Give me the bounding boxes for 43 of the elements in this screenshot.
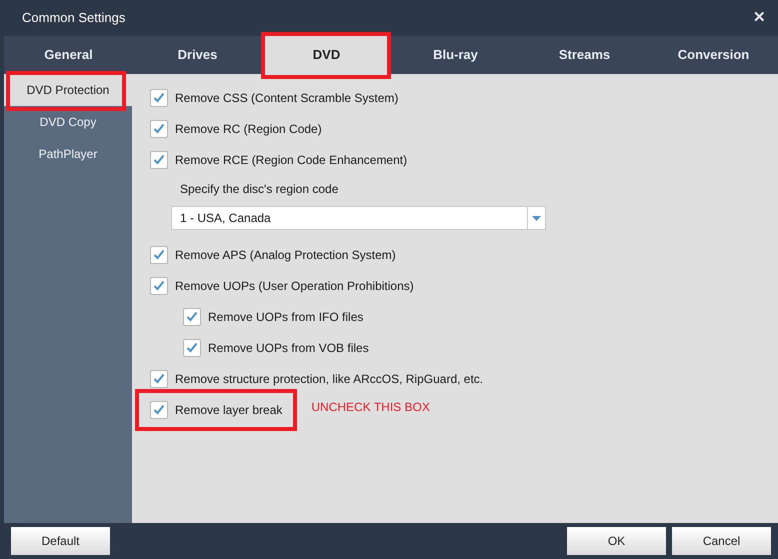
tab[interactable]: Blu-ray bbox=[391, 36, 520, 74]
checkmark-icon bbox=[153, 92, 165, 103]
field-label: Specify the disc's region code bbox=[180, 181, 338, 198]
checkmark-icon bbox=[153, 373, 165, 384]
checkmark-icon bbox=[153, 249, 165, 260]
sidebar-item[interactable]: DVD Protection bbox=[4, 74, 132, 106]
dialog-button[interactable]: Cancel bbox=[672, 527, 771, 555]
checkmark-icon bbox=[153, 280, 165, 291]
option-label: Remove RCE (Region Code Enhancement) bbox=[175, 152, 408, 168]
tab[interactable]: Conversion bbox=[649, 36, 778, 74]
window-title: Common Settings bbox=[22, 9, 126, 28]
checkbox[interactable] bbox=[150, 400, 168, 418]
tab[interactable]: Drives bbox=[133, 36, 262, 74]
checkbox[interactable] bbox=[150, 120, 168, 138]
option-label: Remove RC (Region Code) bbox=[175, 120, 322, 138]
sidebar-item[interactable]: DVD Copy bbox=[4, 106, 132, 138]
checkbox[interactable] bbox=[150, 246, 168, 264]
option-label: Remove UOPs (User Operation Prohibitions) bbox=[175, 278, 414, 294]
tab[interactable]: General bbox=[4, 36, 133, 74]
close-icon[interactable]: ✕ bbox=[753, 6, 766, 30]
checkmark-icon bbox=[186, 311, 198, 322]
option-label: Remove APS (Analog Protection System) bbox=[175, 246, 396, 264]
checkmark-icon bbox=[153, 154, 165, 165]
option-label: Remove UOPs from VOB files bbox=[208, 340, 369, 356]
option-label: Remove structure protection, like ARccOS, RipGuard, etc. bbox=[175, 370, 484, 388]
annotation-note: UNCHECK THIS BOX bbox=[311, 398, 430, 416]
checkmark-icon bbox=[153, 123, 165, 134]
option-label: Remove layer break bbox=[175, 402, 282, 418]
sidebar-item[interactable]: PathPlayer bbox=[4, 138, 132, 170]
checkbox[interactable] bbox=[150, 88, 168, 106]
checkmark-icon bbox=[186, 342, 198, 353]
dialog-button[interactable]: Default bbox=[11, 527, 110, 555]
checkbox[interactable] bbox=[183, 308, 201, 326]
checkbox[interactable] bbox=[183, 338, 201, 356]
option-label: Remove UOPs from IFO files bbox=[208, 308, 364, 326]
region-dropdown[interactable]: 1 - USA, Canada bbox=[171, 206, 546, 230]
tab[interactable]: Streams bbox=[520, 36, 649, 74]
checkbox[interactable] bbox=[150, 150, 168, 168]
dialog-button[interactable]: OK bbox=[567, 527, 666, 555]
checkbox[interactable] bbox=[150, 276, 168, 294]
checkbox[interactable] bbox=[150, 370, 168, 388]
checkmark-icon bbox=[153, 404, 165, 415]
option-label: Remove CSS (Content Scramble System) bbox=[175, 90, 398, 106]
